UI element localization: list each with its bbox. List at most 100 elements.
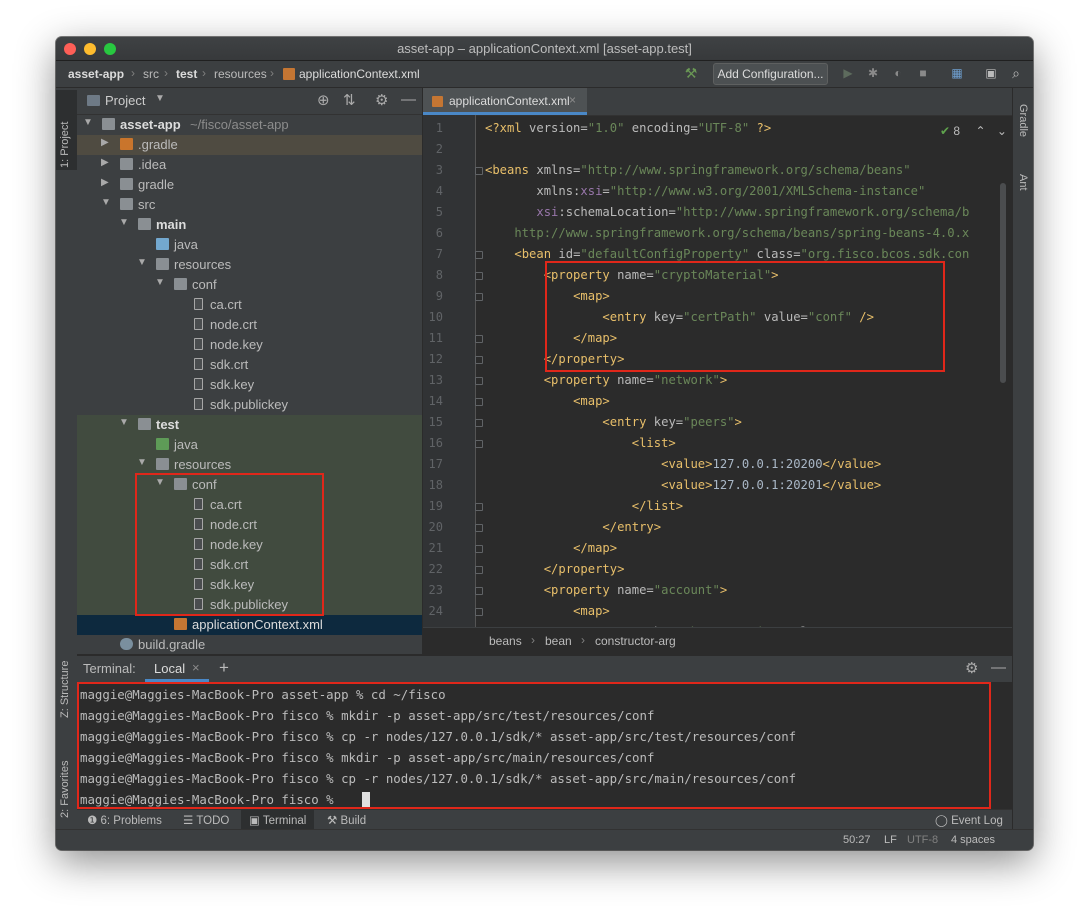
coverage-icon[interactable]: ◐ xyxy=(891,66,905,80)
ant-tool-tab[interactable]: Ant xyxy=(1017,174,1029,191)
code-line[interactable]: <property name="network"> xyxy=(485,373,727,387)
code-line[interactable]: <?xml version="1.0" encoding="UTF-8" ?> xyxy=(485,121,771,135)
gear-icon[interactable]: ⚙ xyxy=(965,659,978,677)
breadcrumb-constructor-arg[interactable]: constructor-arg xyxy=(595,634,676,648)
terminal-tool-button[interactable]: ▣ Terminal xyxy=(241,810,315,830)
editor-scrollbar[interactable] xyxy=(1000,183,1006,383)
hammer-build-icon[interactable]: ⚒ xyxy=(684,66,698,80)
collapse-all-icon[interactable]: ⇅ xyxy=(343,91,356,109)
fold-marker[interactable] xyxy=(475,545,483,553)
inspection-widget[interactable]: ✔ 8 ⌃ ⌄ xyxy=(940,124,1007,138)
terminal-toolbar-icon[interactable]: ▣ xyxy=(984,66,998,80)
close-icon[interactable]: × xyxy=(192,660,200,675)
gear-icon[interactable]: ⚙ xyxy=(375,91,388,109)
close-icon[interactable]: × xyxy=(569,93,576,107)
locate-icon[interactable]: ⊕ xyxy=(317,91,330,109)
chevron-down-icon[interactable]: ▼ xyxy=(155,93,165,104)
code-line[interactable]: xmlns:xsi="http://www.w3.org/2001/XMLSch… xyxy=(485,184,925,198)
event-log-button[interactable]: ◯ Event Log xyxy=(935,813,1003,827)
run-icon[interactable]: ▶ xyxy=(841,66,855,80)
chevron-down-icon[interactable]: ⌄ xyxy=(997,124,1007,138)
tree-row-file[interactable]: sdk.crt xyxy=(77,355,422,375)
tree-row-selected-file[interactable]: applicationContext.xml xyxy=(77,615,422,635)
tree-row-test-java[interactable]: java xyxy=(77,435,422,455)
tree-row-file[interactable]: node.key xyxy=(77,335,422,355)
nav-crumb-test[interactable]: test xyxy=(176,67,197,81)
code-line[interactable]: <map> xyxy=(485,394,610,408)
chevron-down-icon[interactable]: ▼ xyxy=(119,217,129,228)
chevron-up-icon[interactable]: ⌃ xyxy=(975,124,985,138)
code-line[interactable]: <value>127.0.0.1:20201</value> xyxy=(485,478,881,492)
structure-tool-tab[interactable]: Z: Structure xyxy=(59,661,71,718)
nav-crumb-resources[interactable]: resources xyxy=(214,67,267,81)
todo-tool-button[interactable]: ☰ TODO xyxy=(183,813,229,827)
chevron-down-icon[interactable]: ▼ xyxy=(137,257,147,268)
problems-tool-button[interactable]: ❶ 6: Problems xyxy=(87,813,162,827)
fold-marker[interactable] xyxy=(475,587,483,595)
fold-marker[interactable] xyxy=(475,419,483,427)
fold-marker[interactable] xyxy=(475,377,483,385)
chevron-right-icon[interactable]: ▶ xyxy=(101,177,111,188)
code-line[interactable]: <value>127.0.0.1:20200</value> xyxy=(485,457,881,471)
stop-icon[interactable]: ■ xyxy=(916,66,930,80)
debug-icon[interactable]: ✱ xyxy=(866,66,880,80)
nav-crumb-src[interactable]: src xyxy=(143,67,159,81)
fold-marker[interactable] xyxy=(475,251,483,259)
tree-row-main-conf[interactable]: ▼ conf xyxy=(77,275,422,295)
chevron-down-icon[interactable]: ▼ xyxy=(119,417,129,428)
code-line[interactable]: </entry> xyxy=(485,520,661,534)
fold-marker[interactable] xyxy=(475,167,483,175)
fold-marker[interactable] xyxy=(475,440,483,448)
code-line[interactable]: </list> xyxy=(485,499,683,513)
line-separator[interactable]: LF xyxy=(884,834,897,846)
code-line[interactable]: <bean id="defaultConfigProperty" class="… xyxy=(485,247,969,261)
project-tool-tab[interactable]: 1: Project xyxy=(59,122,71,168)
tree-row-file[interactable]: node.crt xyxy=(77,315,422,335)
tree-row-gradle-dir[interactable]: ▶ .gradle xyxy=(77,135,422,155)
code-line[interactable]: </map> xyxy=(485,541,617,555)
chevron-down-icon[interactable]: ▼ xyxy=(83,117,93,128)
code-line[interactable]: xsi:schemaLocation="http://www.springfra… xyxy=(485,205,969,219)
fold-marker[interactable] xyxy=(475,524,483,532)
add-terminal-icon[interactable]: + xyxy=(219,658,229,678)
chevron-right-icon[interactable]: ▶ xyxy=(101,157,111,168)
editor-tab-applicationcontext[interactable]: applicationContext.xml × xyxy=(423,88,587,115)
gradle-tool-tab[interactable]: Gradle xyxy=(1017,104,1029,137)
nav-crumb-project[interactable]: asset-app xyxy=(68,67,124,81)
fold-marker[interactable] xyxy=(475,272,483,280)
tree-row-test-resources[interactable]: ▼ resources xyxy=(77,455,422,475)
tree-row-file[interactable]: ca.crt xyxy=(77,295,422,315)
add-configuration-button[interactable]: Add Configuration... xyxy=(713,63,828,85)
code-line[interactable]: http://www.springframework.org/schema/be… xyxy=(485,226,969,240)
fold-marker[interactable] xyxy=(475,293,483,301)
code-line[interactable]: <map> xyxy=(485,604,610,618)
fold-marker[interactable] xyxy=(475,335,483,343)
fold-marker[interactable] xyxy=(475,566,483,574)
tree-row-gradle[interactable]: ▶ gradle xyxy=(77,175,422,195)
project-panel-title[interactable]: Project xyxy=(105,93,145,108)
chevron-down-icon[interactable]: ▼ xyxy=(155,277,165,288)
tree-row-test[interactable]: ▼ test xyxy=(77,415,422,435)
tree-row-file[interactable]: sdk.key xyxy=(77,375,422,395)
build-tool-button[interactable]: ⚒ Build xyxy=(327,813,366,827)
tree-row-main-java[interactable]: java xyxy=(77,235,422,255)
code-line[interactable]: <beans xmlns="http://www.springframework… xyxy=(485,163,911,177)
breadcrumb-beans[interactable]: beans xyxy=(489,634,522,648)
chevron-down-icon[interactable]: ▼ xyxy=(137,457,147,468)
fold-marker[interactable] xyxy=(475,608,483,616)
caret-position[interactable]: 50:27 xyxy=(843,834,871,846)
code-line[interactable]: </property> xyxy=(485,562,625,576)
tree-row-main[interactable]: ▼ main xyxy=(77,215,422,235)
favorites-tool-tab[interactable]: 2: Favorites xyxy=(59,761,71,818)
indent-setting[interactable]: 4 spaces xyxy=(951,834,995,846)
file-encoding[interactable]: UTF-8 xyxy=(907,834,938,846)
tree-row-idea[interactable]: ▶ .idea xyxy=(77,155,422,175)
code-line[interactable]: <list> xyxy=(485,436,676,450)
fold-marker[interactable] xyxy=(475,503,483,511)
code-line[interactable]: <property name="account"> xyxy=(485,583,727,597)
tree-row-file[interactable]: sdk.publickey xyxy=(77,395,422,415)
breadcrumb-bean[interactable]: bean xyxy=(545,634,572,648)
tree-row-src[interactable]: ▼ src xyxy=(77,195,422,215)
chevron-down-icon[interactable]: ▼ xyxy=(101,197,111,208)
nav-crumb-file[interactable]: applicationContext.xml xyxy=(299,67,420,81)
